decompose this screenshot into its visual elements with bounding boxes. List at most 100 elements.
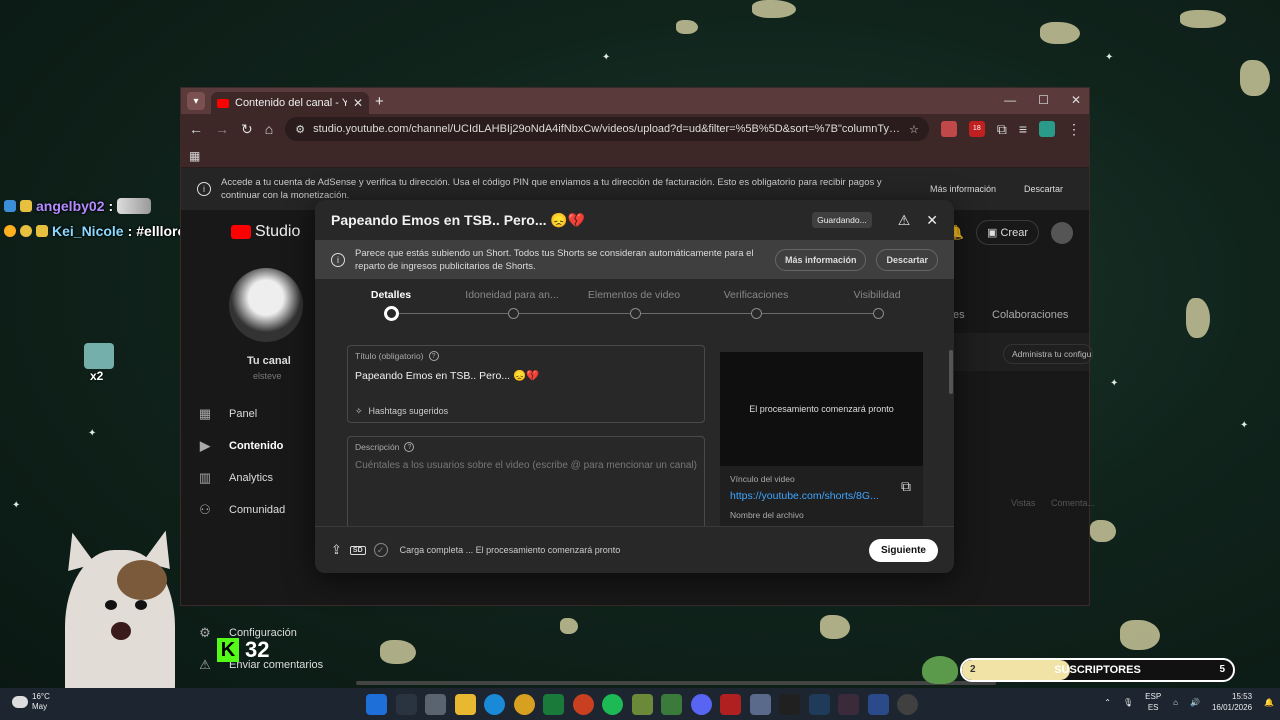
profile-s-icon[interactable] <box>1039 121 1055 137</box>
extension-badge-icon[interactable]: 18 <box>968 121 985 137</box>
help-icon[interactable]: ? <box>404 442 415 452</box>
app-icon[interactable] <box>867 694 889 715</box>
manage-settings-button[interactable]: Administra tu configu <box>1003 344 1093 364</box>
multiplier-badge: x2 <box>84 343 118 383</box>
create-button[interactable]: ▣ Crear <box>976 220 1039 245</box>
extension-icon[interactable] <box>940 121 957 137</box>
network-icon[interactable]: ⌂ <box>1173 698 1178 707</box>
tab-partial[interactable]: es <box>953 309 965 321</box>
description-field[interactable]: Descripción? Cuéntales a los usuarios so… <box>347 436 705 536</box>
channel-avatar[interactable] <box>229 268 303 342</box>
horizontal-scrollbar[interactable] <box>356 681 996 685</box>
chevron-up-icon[interactable]: ⌃ <box>1104 698 1111 707</box>
step-dot-active[interactable] <box>384 306 399 321</box>
bg-star: ✦ <box>602 52 611 63</box>
clock[interactable]: 15:53 16/01/2026 <box>1212 691 1252 713</box>
language-bottom: ES <box>1147 703 1159 712</box>
chrome-icon[interactable] <box>513 694 535 715</box>
step-checks[interactable]: Verificaciones <box>701 289 811 301</box>
task-view-icon[interactable] <box>425 694 446 715</box>
copy-icon[interactable]: ⧉ <box>901 478 911 495</box>
apps-grid-icon[interactable]: ▦ <box>189 149 200 163</box>
weather-widget[interactable]: 16°C May <box>12 692 50 712</box>
browser-menu-icon[interactable]: ⋮ <box>1067 121 1081 138</box>
notice-dismiss-button[interactable]: Descartar <box>876 248 938 271</box>
minimize-button[interactable]: — <box>1004 93 1016 107</box>
bg-island <box>560 618 578 634</box>
file-explorer-icon[interactable] <box>454 694 476 715</box>
column-header-comments[interactable]: Comenta... <box>1051 498 1095 508</box>
bg-app-icon[interactable] <box>808 694 830 715</box>
creeper-icon[interactable] <box>661 694 682 715</box>
close-icon[interactable]: ✕ <box>926 212 938 229</box>
powerpoint-icon[interactable] <box>572 694 594 715</box>
discord-icon[interactable] <box>690 694 712 715</box>
bg-island <box>1180 10 1226 28</box>
step-dot[interactable] <box>751 308 762 319</box>
tab-close-icon[interactable]: ✕ <box>353 96 363 110</box>
description-input[interactable]: Cuéntales a los usuarios sobre el video … <box>355 460 697 530</box>
start-icon[interactable] <box>366 694 387 715</box>
sidebar-item-label: Contenido <box>229 440 284 452</box>
banner-dismiss-button[interactable]: Descartar <box>1015 179 1072 199</box>
step-details[interactable]: Detalles <box>336 289 446 301</box>
title-field[interactable]: Título (obligatorio)? Papeando Emos en T… <box>347 345 705 423</box>
cat-mouth <box>111 622 131 640</box>
minecraft-icon[interactable] <box>631 694 653 715</box>
tab-title: Contenido del canal - YouTube <box>235 97 347 109</box>
address-bar[interactable]: ⚙ studio.youtube.com/channel/UCIdLAHBIj2… <box>285 117 929 141</box>
app-icon[interactable] <box>720 694 741 715</box>
report-issue-icon[interactable]: ⚠ <box>898 212 911 229</box>
tab-collaborations[interactable]: Colaboraciones <box>992 309 1068 321</box>
extensions-puzzle-icon[interactable]: ⧉ <box>997 121 1007 138</box>
video-link[interactable]: https://youtube.com/shorts/8G... <box>730 490 880 502</box>
bookmark-star-icon[interactable]: ☆ <box>909 123 919 136</box>
step-visibility[interactable]: Visibilidad <box>822 289 932 301</box>
window-controls: — ☐ ✕ <box>1004 93 1081 107</box>
media-control-icon[interactable]: ≡ <box>1019 121 1027 137</box>
excel-icon[interactable] <box>543 694 564 715</box>
maximize-button[interactable]: ☐ <box>1038 93 1049 107</box>
forward-button[interactable]: → <box>215 121 229 137</box>
obs-icon[interactable] <box>897 694 918 715</box>
site-info-icon[interactable]: ⚙ <box>295 123 305 136</box>
volume-icon[interactable]: 🔊 <box>1190 698 1200 707</box>
capcut-icon[interactable] <box>779 694 800 715</box>
home-button[interactable]: ⌂ <box>265 121 273 137</box>
tab-search-button[interactable]: ▾ <box>187 92 205 110</box>
step-video-elements[interactable]: Elementos de video <box>579 289 689 301</box>
saving-status: Guardando... <box>812 212 872 228</box>
new-tab-button[interactable]: + <box>375 93 384 110</box>
tab-youtube-studio[interactable]: Contenido del canal - YouTube ✕ <box>211 92 369 114</box>
step-suitability[interactable]: Idoneidad para an... <box>457 289 567 301</box>
cloud-icon <box>12 696 28 708</box>
suggested-hashtags-button[interactable]: ✧ Hashtags sugeridos <box>355 406 697 417</box>
notice-more-button[interactable]: Más información <box>774 248 867 271</box>
step-dot[interactable] <box>508 308 519 319</box>
help-icon[interactable]: ? <box>428 351 439 361</box>
studio-logo[interactable]: Studio <box>231 223 300 241</box>
check-circle-icon: ✓ <box>373 543 388 557</box>
spotify-icon[interactable] <box>602 694 623 715</box>
title-input[interactable]: Papeando Emos en TSB.. Pero... 😞💔 <box>355 369 697 382</box>
microphone-icon[interactable]: 🎙 <box>1123 698 1133 707</box>
dialog-footer: ⇪ SD ✓ Carga completa ... El procesamien… <box>315 526 954 573</box>
avatar[interactable] <box>1051 221 1073 244</box>
reload-button[interactable]: ↻ <box>241 121 253 138</box>
step-dot[interactable] <box>630 308 641 319</box>
notifications-icon[interactable]: 🔔 <box>1264 698 1274 707</box>
back-button[interactable]: ← <box>189 121 203 137</box>
bg-star: ✦ <box>1105 52 1114 63</box>
language-indicator[interactable]: ESP ES <box>1145 691 1161 713</box>
youtube-favicon-icon <box>217 98 229 108</box>
close-window-button[interactable]: ✕ <box>1071 93 1081 107</box>
step-dot[interactable] <box>873 308 884 319</box>
store-icon[interactable] <box>749 694 771 715</box>
edge-icon[interactable] <box>484 694 505 715</box>
next-button[interactable]: Siguiente <box>868 538 938 562</box>
column-header-views[interactable]: Vistas <box>1011 498 1035 508</box>
search-icon[interactable] <box>395 694 417 715</box>
valorant-icon[interactable] <box>838 694 859 715</box>
banner-more-button[interactable]: Más información <box>921 179 1005 199</box>
dialog-scrollbar[interactable] <box>949 350 953 394</box>
